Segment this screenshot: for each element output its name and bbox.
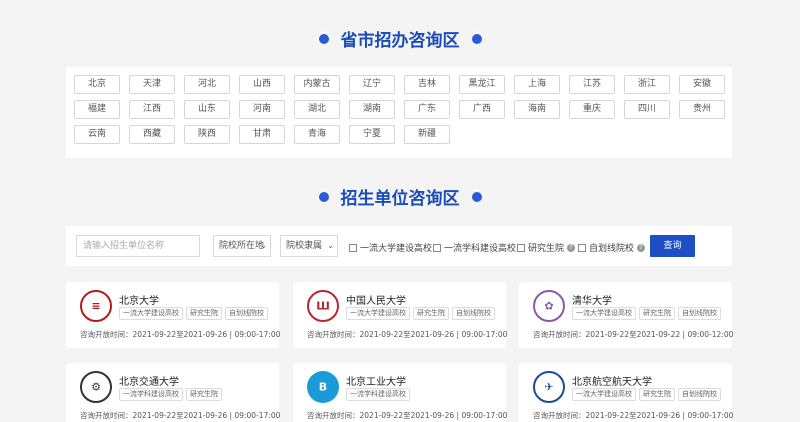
province-button[interactable]: 黑龙江 bbox=[459, 75, 505, 94]
chat-bubble-icon bbox=[471, 186, 482, 202]
chevron-down-icon: ⌄ bbox=[327, 241, 334, 250]
consult-time: 咨询开放时间：2021-09-22至2021-09-26 | 09:00-17:… bbox=[533, 411, 734, 420]
thu-logo: ✿ bbox=[533, 290, 565, 322]
tag-list: 一流大学建设高校 研究生院 自划线院校 bbox=[119, 307, 268, 320]
province-button[interactable]: 重庆 bbox=[569, 100, 615, 119]
bjut-logo: B bbox=[307, 371, 339, 403]
tag: 一流学科建设高校 bbox=[346, 388, 410, 401]
tag: 自划线院校 bbox=[225, 307, 268, 320]
province-button[interactable]: 湖北 bbox=[294, 100, 340, 119]
chat-bubble-icon bbox=[318, 186, 329, 202]
tag: 自划线院校 bbox=[452, 307, 495, 320]
province-button[interactable]: 浙江 bbox=[624, 75, 670, 94]
help-icon[interactable]: ? bbox=[567, 243, 576, 252]
tag: 一流学科建设高校 bbox=[119, 388, 183, 401]
province-button[interactable]: 江苏 bbox=[569, 75, 615, 94]
bjtu-logo: ⚙ bbox=[80, 371, 112, 403]
university-card[interactable]: ⚙ 北京交通大学 一流学科建设高校 研究生院 咨询开放时间：2021-09-22… bbox=[66, 363, 281, 422]
province-button[interactable]: 山东 bbox=[184, 100, 230, 119]
province-button[interactable]: 贵州 bbox=[679, 100, 725, 119]
tag: 研究生院 bbox=[639, 388, 675, 401]
tag-list: 一流学科建设高校 bbox=[346, 388, 410, 401]
consult-time: 咨询开放时间：2021-09-22至2021-09-22 | 09:00-12:… bbox=[533, 330, 734, 339]
province-button[interactable]: 河南 bbox=[239, 100, 285, 119]
university-card[interactable]: ✿ 清华大学 一流大学建设高校 研究生院 自划线院校 咨询开放时间：2021-0… bbox=[519, 282, 734, 348]
province-button[interactable]: 山西 bbox=[239, 75, 285, 94]
province-button[interactable]: 江西 bbox=[129, 100, 175, 119]
province-section-title: 省市招办咨询区 bbox=[0, 26, 800, 51]
province-button[interactable]: 青海 bbox=[294, 125, 340, 144]
consult-time: 咨询开放时间：2021-09-22至2021-09-26 | 09:00-17:… bbox=[307, 330, 508, 339]
consult-time: 咨询开放时间：2021-09-22至2021-09-26 | 09:00-17:… bbox=[307, 411, 508, 420]
tag-list: 一流大学建设高校 研究生院 自划线院校 bbox=[572, 388, 721, 401]
province-panel: 北京 天津 河北 山西 内蒙古 辽宁 吉林 黑龙江 上海 江苏 浙江 安徽福建 江西 山东 河南 湖北 湖南 广东… bbox=[66, 67, 732, 158]
province-button[interactable]: 西藏 bbox=[129, 125, 175, 144]
province-button[interactable]: 广西 bbox=[459, 100, 505, 119]
checkbox-box[interactable] bbox=[433, 243, 441, 252]
tag: 一流大学建设高校 bbox=[119, 307, 183, 320]
tag: 研究生院 bbox=[186, 307, 222, 320]
province-button[interactable]: 内蒙古 bbox=[294, 75, 340, 94]
buaa-logo: ✈ bbox=[533, 371, 565, 403]
checkbox-box[interactable] bbox=[517, 243, 525, 252]
tag-list: 一流大学建设高校 研究生院 自划线院校 bbox=[572, 307, 721, 320]
province-button[interactable]: 新疆 bbox=[404, 125, 450, 144]
province-button[interactable]: 安徽 bbox=[679, 75, 725, 94]
province-button[interactable]: 云南 bbox=[74, 125, 120, 144]
tag: 一流大学建设高校 bbox=[572, 388, 636, 401]
province-button[interactable]: 陕西 bbox=[184, 125, 230, 144]
university-card[interactable]: ✈ 北京航空航天大学 一流大学建设高校 研究生院 自划线院校 咨询开放时间：20… bbox=[519, 363, 734, 422]
consult-time: 咨询开放时间：2021-09-22至2021-09-26 | 09:00-17:… bbox=[80, 411, 281, 420]
checkbox-self-set-line[interactable]: 自划线院校? bbox=[578, 241, 646, 254]
province-button[interactable]: 河北 bbox=[184, 75, 230, 94]
tag: 研究生院 bbox=[413, 307, 449, 320]
chat-bubble-icon bbox=[318, 28, 329, 44]
unit-search-input[interactable] bbox=[76, 235, 200, 257]
checkbox-box[interactable] bbox=[578, 243, 586, 252]
checkbox-graduate-school[interactable]: 研究生院? bbox=[517, 241, 576, 254]
university-card[interactable]: Ш 中国人民大学 一流大学建设高校 研究生院 自划线院校 咨询开放时间：2021… bbox=[293, 282, 508, 348]
province-button[interactable]: 福建 bbox=[74, 100, 120, 119]
help-icon[interactable]: ? bbox=[637, 243, 646, 252]
tag-list: 一流学科建设高校 研究生院 bbox=[119, 388, 222, 401]
province-button[interactable]: 甘肃 bbox=[239, 125, 285, 144]
province-button[interactable]: 湖南 bbox=[349, 100, 395, 119]
checkbox-top-discipline[interactable]: 一流学科建设高校 bbox=[433, 241, 516, 254]
university-card[interactable]: ≡ 北京大学 一流大学建设高校 研究生院 自划线院校 咨询开放时间：2021-0… bbox=[66, 282, 281, 348]
tag-list: 一流大学建设高校 研究生院 自划线院校 bbox=[346, 307, 495, 320]
affiliation-select[interactable]: 院校隶属 ⌄ bbox=[280, 235, 338, 257]
chat-bubble-icon bbox=[471, 28, 482, 44]
filter-panel: 院校所在地⌄ 院校隶属⌄ 一流大学建设高校 一流学科建设高校 研究生院? 自划线… bbox=[66, 226, 732, 266]
unit-section-title: 招生单位咨询区 bbox=[0, 184, 800, 209]
tag: 自划线院校 bbox=[678, 388, 721, 401]
checkbox-top-university[interactable]: 一流大学建设高校 bbox=[349, 241, 432, 254]
province-button[interactable]: 北京 bbox=[74, 75, 120, 94]
location-select[interactable]: 院校所在地 ⌄ bbox=[213, 235, 271, 257]
province-button[interactable]: 广东 bbox=[404, 100, 450, 119]
query-button[interactable]: 查询 bbox=[650, 235, 695, 257]
province-button[interactable]: 宁夏 bbox=[349, 125, 395, 144]
province-grid: 北京 天津 河北 山西 内蒙古 辽宁 吉林 黑龙江 上海 江苏 浙江 安徽福建 江西 山东 河南 湖北 湖南 广东… bbox=[74, 75, 725, 144]
tag: 自划线院校 bbox=[678, 307, 721, 320]
tag: 一流大学建设高校 bbox=[572, 307, 636, 320]
province-button[interactable]: 海南 bbox=[514, 100, 560, 119]
province-button[interactable]: 辽宁 bbox=[349, 75, 395, 94]
province-button[interactable]: 四川 bbox=[624, 100, 670, 119]
consult-time: 咨询开放时间：2021-09-22至2021-09-26 | 09:00-17:… bbox=[80, 330, 281, 339]
tag: 研究生院 bbox=[639, 307, 675, 320]
chevron-down-icon: ⌄ bbox=[260, 241, 267, 250]
university-card[interactable]: B 北京工业大学 一流学科建设高校 咨询开放时间：2021-09-22至2021… bbox=[293, 363, 508, 422]
ruc-logo: Ш bbox=[307, 290, 339, 322]
province-button[interactable]: 吉林 bbox=[404, 75, 450, 94]
province-button[interactable]: 上海 bbox=[514, 75, 560, 94]
province-button[interactable]: 天津 bbox=[129, 75, 175, 94]
pku-logo: ≡ bbox=[80, 290, 112, 322]
checkbox-box[interactable] bbox=[349, 243, 357, 252]
tag: 研究生院 bbox=[186, 388, 222, 401]
tag: 一流大学建设高校 bbox=[346, 307, 410, 320]
